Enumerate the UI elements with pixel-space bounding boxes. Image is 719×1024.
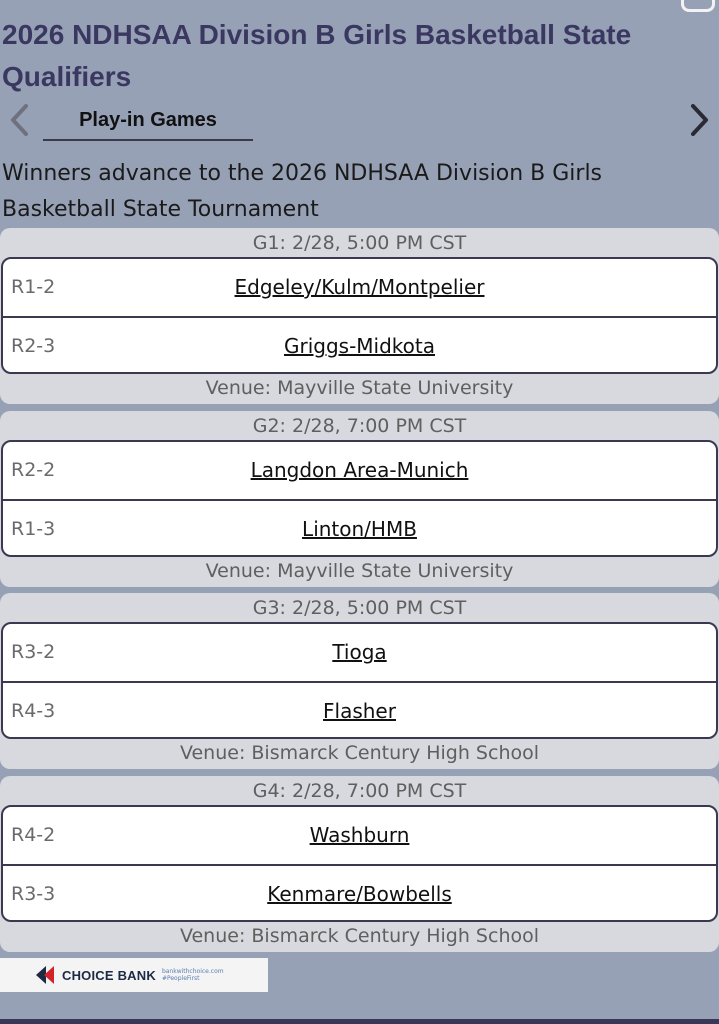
chevron-right-icon bbox=[687, 103, 711, 137]
game-card-g4: G4: 2/28, 7:00 PM CST R4-2 Washburn R3-3… bbox=[0, 776, 719, 952]
team-row: R1-2 Edgeley/Kulm/Montpelier bbox=[3, 259, 716, 316]
team-row: R4-3 Flasher bbox=[3, 681, 716, 739]
team-row: R2-2 Langdon Area-Munich bbox=[3, 442, 716, 499]
team-link[interactable]: Kenmare/Bowbells bbox=[267, 882, 452, 906]
team-row: R2-3 Griggs-Midkota bbox=[3, 316, 716, 374]
team-seed: R3-3 bbox=[11, 866, 55, 922]
team-link[interactable]: Flasher bbox=[323, 699, 396, 723]
team-link[interactable]: Griggs-Midkota bbox=[284, 334, 435, 358]
game-venue: Venue: Bismarck Century High School bbox=[0, 923, 719, 949]
team-row: R3-3 Kenmare/Bowbells bbox=[3, 864, 716, 922]
page-title: 2026 NDHSAA Division B Girls Basketball … bbox=[2, 14, 702, 98]
next-button[interactable] bbox=[679, 100, 719, 140]
team-row: R1-3 Linton/HMB bbox=[3, 499, 716, 557]
game-venue: Venue: Mayville State University bbox=[0, 558, 719, 584]
game-card-g1: G1: 2/28, 5:00 PM CST R1-2 Edgeley/Kulm/… bbox=[0, 228, 719, 404]
team-link[interactable]: Langdon Area-Munich bbox=[251, 458, 469, 482]
sponsor-logo[interactable]: CHOICE BANK bankwithchoice.com #PeopleFi… bbox=[0, 958, 268, 992]
game-venue: Venue: Mayville State University bbox=[0, 375, 719, 401]
game-card-g2: G2: 2/28, 7:00 PM CST R2-2 Langdon Area-… bbox=[0, 411, 719, 587]
game-header: G1: 2/28, 5:00 PM CST bbox=[0, 230, 719, 256]
matchup: R2-2 Langdon Area-Munich R1-3 Linton/HMB bbox=[1, 440, 718, 557]
matchup: R3-2 Tioga R4-3 Flasher bbox=[1, 622, 718, 739]
team-link[interactable]: Edgeley/Kulm/Montpelier bbox=[235, 275, 485, 299]
game-header: G2: 2/28, 7:00 PM CST bbox=[0, 413, 719, 439]
team-seed: R2-3 bbox=[11, 318, 55, 374]
sponsor-hashtag: #PeopleFirst bbox=[162, 975, 224, 982]
game-header: G4: 2/28, 7:00 PM CST bbox=[0, 778, 719, 804]
chevron-left-icon bbox=[8, 103, 32, 137]
bottom-bar bbox=[0, 1019, 719, 1024]
team-seed: R3-2 bbox=[11, 624, 55, 680]
team-row: R3-2 Tioga bbox=[3, 624, 716, 681]
game-header: G3: 2/28, 5:00 PM CST bbox=[0, 595, 719, 621]
tab-play-in-games[interactable]: Play-in Games bbox=[43, 103, 253, 141]
sponsor-url: bankwithchoice.com bbox=[162, 968, 224, 975]
matchup: R4-2 Washburn R3-3 Kenmare/Bowbells bbox=[1, 805, 718, 922]
menu-icon[interactable] bbox=[681, 0, 715, 12]
team-link[interactable]: Tioga bbox=[332, 640, 386, 664]
page-subtitle: Winners advance to the 2026 NDHSAA Divis… bbox=[2, 156, 702, 228]
team-seed: R1-3 bbox=[11, 501, 55, 557]
team-link[interactable]: Linton/HMB bbox=[302, 517, 417, 541]
matchup: R1-2 Edgeley/Kulm/Montpelier R2-3 Griggs… bbox=[1, 257, 718, 374]
team-seed: R4-2 bbox=[11, 807, 55, 863]
team-row: R4-2 Washburn bbox=[3, 807, 716, 864]
team-seed: R1-2 bbox=[11, 259, 55, 315]
game-card-g3: G3: 2/28, 5:00 PM CST R3-2 Tioga R4-3 Fl… bbox=[0, 593, 719, 769]
sponsor-name: CHOICE BANK bbox=[62, 968, 156, 983]
game-venue: Venue: Bismarck Century High School bbox=[0, 740, 719, 766]
team-seed: R2-2 bbox=[11, 442, 55, 498]
choice-bank-logo-icon bbox=[34, 964, 56, 986]
team-seed: R4-3 bbox=[11, 683, 55, 739]
team-link[interactable]: Washburn bbox=[310, 823, 410, 847]
previous-button[interactable] bbox=[0, 100, 40, 140]
sponsor-tagline: bankwithchoice.com #PeopleFirst bbox=[162, 968, 224, 982]
